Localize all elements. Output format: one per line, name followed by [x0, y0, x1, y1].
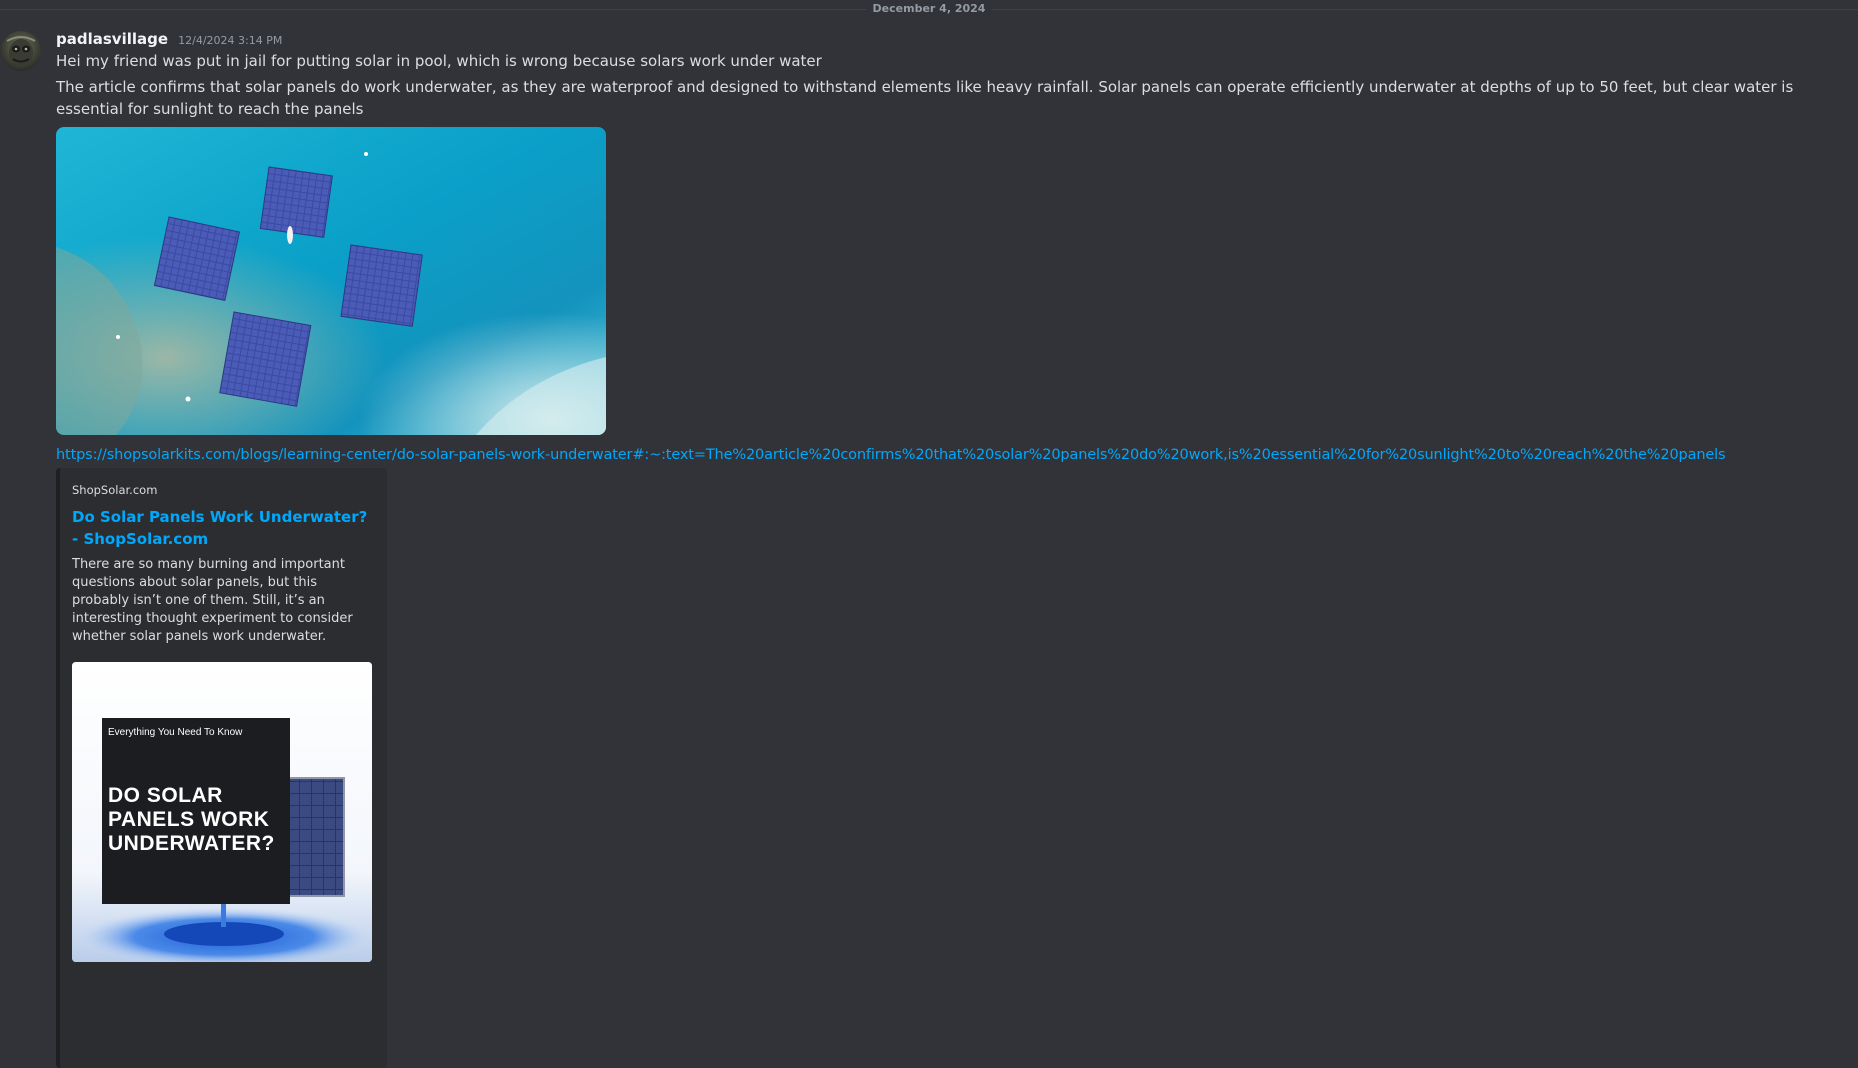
- message: padlasvillage 12/4/2024 3:14 PM Hei my f…: [56, 28, 1846, 1068]
- message-text-2: The article confirms that solar panels d…: [56, 78, 1794, 118]
- message-text-1: Hei my friend was put in jail for puttin…: [56, 52, 822, 70]
- divider-date: December 4, 2024: [866, 2, 992, 15]
- avatar[interactable]: [1, 31, 41, 71]
- article-link[interactable]: https://shopsolarkits.com/blogs/learning…: [56, 444, 1846, 466]
- link-embed: ShopSolar.com Do Solar Panels Work Under…: [56, 468, 387, 1068]
- floating-solar-panels-image: [56, 127, 606, 435]
- timestamp: 12/4/2024 3:14 PM: [178, 34, 283, 47]
- avatar-image: [1, 31, 41, 71]
- date-divider: December 4, 2024: [0, 0, 1858, 18]
- message-header: padlasvillage 12/4/2024 3:14 PM: [56, 28, 1846, 50]
- image-attachment[interactable]: [56, 127, 606, 435]
- embed-provider[interactable]: ShopSolar.com: [72, 482, 375, 498]
- embed-description: There are so many burning and important …: [72, 557, 353, 644]
- username[interactable]: padlasvillage: [56, 30, 168, 48]
- embed-thumbnail[interactable]: Everything You Need To Know DO SOLAR PAN…: [72, 662, 372, 962]
- thumbnail-kicker: Everything You Need To Know: [108, 727, 243, 738]
- embed-title[interactable]: Do Solar Panels Work Underwater? - ShopS…: [72, 506, 375, 550]
- thumbnail-title-card: Everything You Need To Know DO SOLAR PAN…: [102, 718, 290, 904]
- thumbnail-headline: DO SOLAR PANELS WORK UNDERWATER?: [108, 784, 275, 855]
